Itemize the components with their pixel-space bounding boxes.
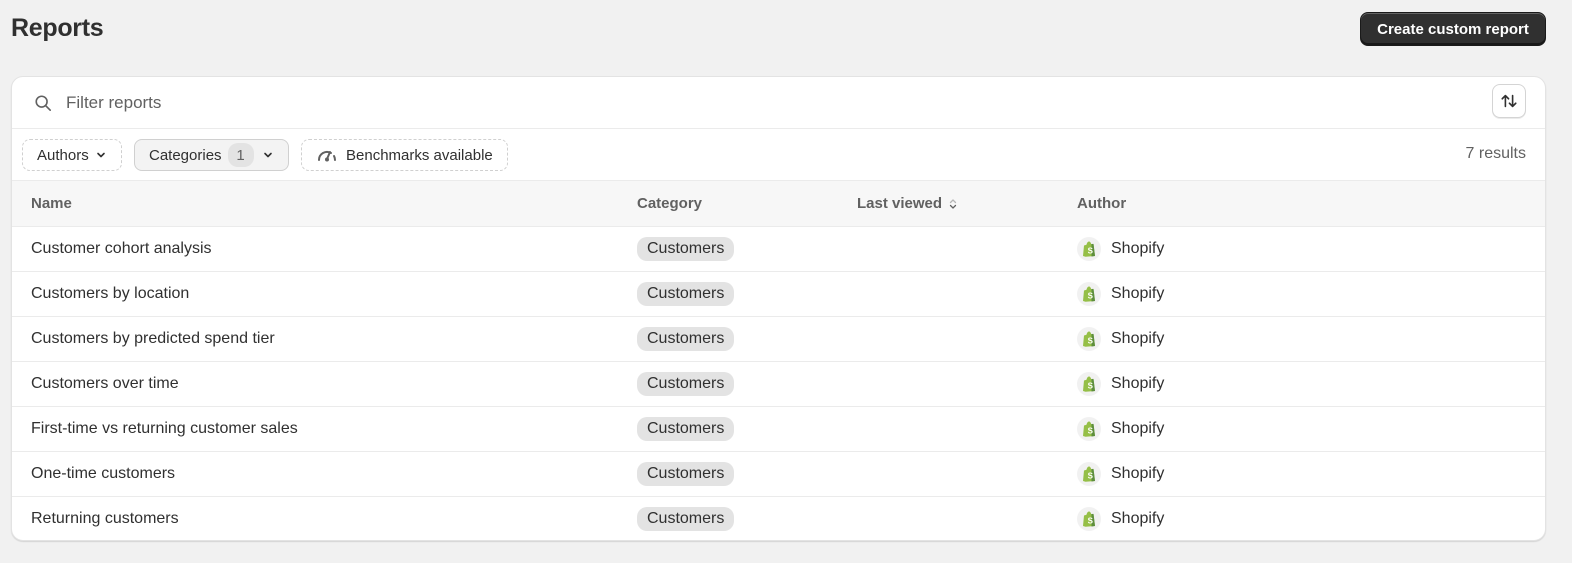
table-row[interactable]: One-time customers Customers S Shopify <box>12 451 1545 496</box>
svg-text:S: S <box>1088 246 1094 255</box>
category-badge: Customers <box>637 506 735 531</box>
report-name[interactable]: One-time customers <box>12 451 637 496</box>
author-cell: S Shopify <box>1077 371 1545 396</box>
reports-table: Name Category Last viewed Author Custome… <box>12 181 1545 540</box>
sort-caret-icon <box>950 198 957 209</box>
authors-filter[interactable]: Authors <box>22 139 122 171</box>
last-viewed-value <box>857 316 1077 361</box>
search-row <box>12 77 1545 129</box>
author-name: Shopify <box>1111 284 1165 302</box>
benchmarks-filter-label: Benchmarks available <box>346 146 493 164</box>
report-name[interactable]: Customer cohort analysis <box>12 226 637 271</box>
author-name: Shopify <box>1111 374 1165 392</box>
shopify-logo-icon: S <box>1077 236 1101 261</box>
category-badge: Customers <box>637 461 735 486</box>
gauge-icon <box>317 150 336 162</box>
benchmarks-filter[interactable]: Benchmarks available <box>301 139 508 171</box>
svg-text:S: S <box>1088 426 1094 435</box>
shopify-logo-icon: S <box>1077 371 1101 396</box>
author-name: Shopify <box>1111 464 1165 482</box>
author-cell: S Shopify <box>1077 416 1545 441</box>
column-header-last-viewed[interactable]: Last viewed <box>857 181 1077 226</box>
category-badge: Customers <box>637 416 735 441</box>
column-header-name[interactable]: Name <box>12 181 637 226</box>
column-header-category[interactable]: Category <box>637 181 857 226</box>
chevron-down-icon <box>96 152 105 158</box>
last-viewed-label: Last viewed <box>857 194 943 212</box>
last-viewed-value <box>857 271 1077 316</box>
shopify-logo-icon: S <box>1077 281 1101 306</box>
author-cell: S Shopify <box>1077 461 1545 486</box>
shopify-logo-icon: S <box>1077 416 1101 441</box>
authors-filter-label: Authors <box>37 146 89 164</box>
last-viewed-value <box>857 226 1077 271</box>
report-name[interactable]: First-time vs returning customer sales <box>12 406 637 451</box>
filter-reports-input[interactable] <box>66 91 1466 115</box>
table-row[interactable]: Customers by location Customers S Shopif… <box>12 271 1545 316</box>
table-row[interactable]: First-time vs returning customer sales C… <box>12 406 1545 451</box>
table-row[interactable]: Customers by predicted spend tier Custom… <box>12 316 1545 361</box>
results-count: 7 results <box>1465 145 1526 162</box>
report-name[interactable]: Customers over time <box>12 361 637 406</box>
page-title: Reports <box>11 14 104 42</box>
report-name[interactable]: Customers by location <box>12 271 637 316</box>
category-badge: Customers <box>637 371 735 396</box>
author-cell: S Shopify <box>1077 326 1545 351</box>
reports-card: Authors Categories 1 Benchmarks availabl… <box>11 76 1546 541</box>
author-cell: S Shopify <box>1077 506 1545 531</box>
categories-filter[interactable]: Categories 1 <box>134 139 289 171</box>
last-viewed-value <box>857 406 1077 451</box>
shopify-logo-icon: S <box>1077 506 1101 531</box>
table-row[interactable]: Returning customers Customers S Shopify <box>12 496 1545 540</box>
column-header-author[interactable]: Author <box>1077 181 1545 226</box>
table-row[interactable]: Customers over time Customers S Shopify <box>12 361 1545 406</box>
author-name: Shopify <box>1111 329 1165 347</box>
report-name[interactable]: Customers by predicted spend tier <box>12 316 637 361</box>
filter-row: Authors Categories 1 Benchmarks availabl… <box>12 129 1545 181</box>
author-name: Shopify <box>1111 509 1165 527</box>
shopify-logo-icon: S <box>1077 461 1101 486</box>
chevron-down-icon <box>263 152 272 158</box>
last-viewed-value <box>857 451 1077 496</box>
categories-filter-label: Categories <box>149 146 222 164</box>
categories-count-badge: 1 <box>227 143 254 167</box>
svg-text:S: S <box>1088 336 1094 345</box>
svg-text:S: S <box>1088 516 1094 525</box>
author-cell: S Shopify <box>1077 236 1545 261</box>
svg-text:S: S <box>1088 381 1094 390</box>
category-badge: Customers <box>637 236 735 261</box>
last-viewed-value <box>857 496 1077 540</box>
table-header-row: Name Category Last viewed Author <box>12 181 1545 226</box>
author-cell: S Shopify <box>1077 281 1545 306</box>
sort-arrows-icon <box>1501 94 1517 108</box>
search-icon <box>35 95 52 112</box>
table-row[interactable]: Customer cohort analysis Customers S Sho… <box>12 226 1545 271</box>
shopify-logo-icon: S <box>1077 326 1101 351</box>
author-name: Shopify <box>1111 419 1165 437</box>
author-name: Shopify <box>1111 239 1165 257</box>
report-name[interactable]: Returning customers <box>12 496 637 540</box>
svg-text:S: S <box>1088 291 1094 300</box>
category-badge: Customers <box>637 326 735 351</box>
svg-text:S: S <box>1088 471 1094 480</box>
create-custom-report-button[interactable]: Create custom report <box>1360 12 1546 46</box>
sort-button[interactable] <box>1492 84 1526 118</box>
last-viewed-value <box>857 361 1077 406</box>
category-badge: Customers <box>637 281 735 306</box>
